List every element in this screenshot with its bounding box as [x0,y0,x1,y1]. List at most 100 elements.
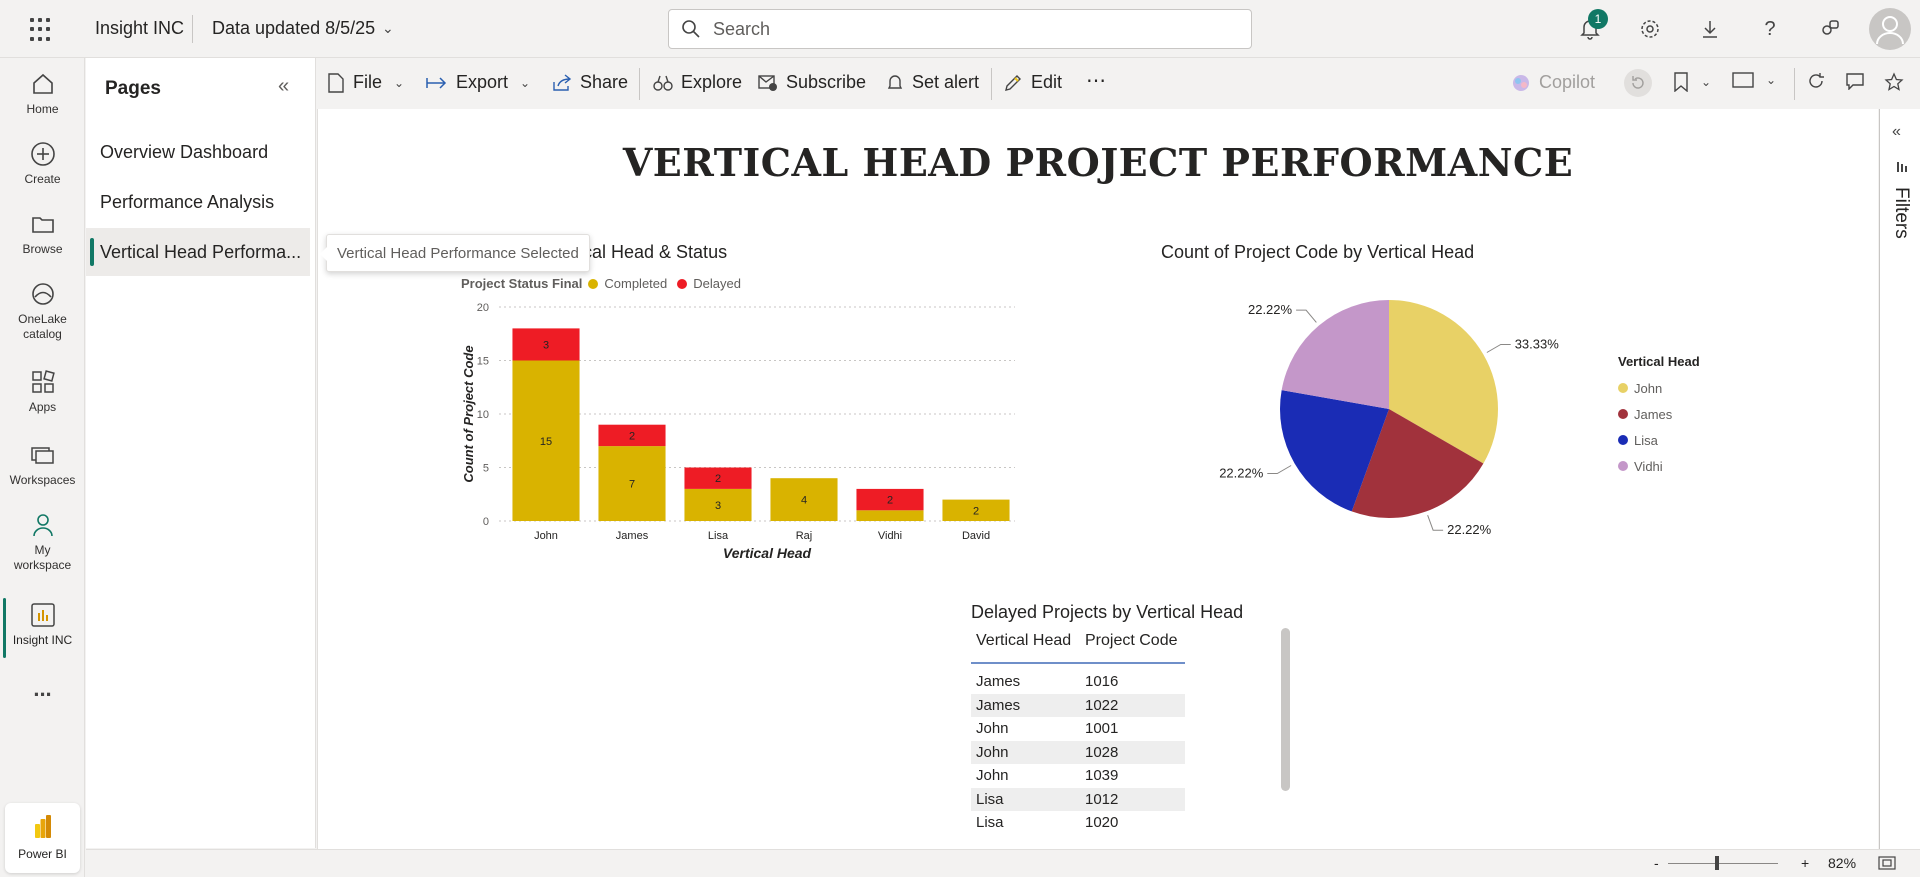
page-tab-performance[interactable]: Performance Analysis [86,178,310,226]
data-label: 2 [715,473,721,485]
copilot-button[interactable]: Copilot [1511,72,1595,93]
pie-data-label: 22.22% [1447,522,1492,537]
pie-legend-item-vidhi[interactable]: Vidhi [1618,453,1700,479]
refresh-icon[interactable] [1807,72,1825,90]
pie-legend-item-john[interactable]: John [1618,375,1700,401]
table-row[interactable]: John 1001 [971,717,1185,741]
table-row[interactable]: John 1028 [971,740,1185,764]
pie-chart[interactable]: 33.33% 22.22% 22.22% 22.22% [1200,285,1580,550]
table-scrollbar[interactable] [1281,628,1290,791]
x-tick-label: James [616,530,649,542]
fit-to-page-icon[interactable] [1878,856,1896,875]
legend-item-completed[interactable]: Completed [604,276,667,291]
report-title: VERTICAL HEAD PROJECT PERFORMANCE [622,140,1574,185]
pie-legend-item-lisa[interactable]: Lisa [1618,427,1700,453]
more-options-icon[interactable]: ... [0,676,85,702]
cell-project-code: 1022 [1085,696,1119,714]
table-row[interactable]: Lisa 1020 [971,811,1185,835]
filter-funnel-icon [1897,160,1907,178]
explore-label: Explore [681,72,743,92]
bookmark-button[interactable]: ⌄ [1673,72,1711,92]
rail-item-my-workspace[interactable]: My workspace [0,511,85,573]
rail-item-home[interactable]: Home [0,70,85,116]
legend-item-delayed[interactable]: Delayed [693,276,741,291]
column-header-vertical-head[interactable]: Vertical Head [971,626,1080,662]
search-box[interactable] [668,9,1252,49]
export-menu-button[interactable]: Export ⌄ [426,72,530,93]
rail-label: Apps [28,400,57,414]
table-row[interactable]: James 1022 [971,693,1185,717]
share-icon [553,73,572,91]
y-axis-title: Count of Project Code [461,345,476,482]
rail-item-apps[interactable]: Apps [0,368,85,414]
bar-segment-completed[interactable] [856,510,924,521]
user-avatar[interactable] [1869,8,1911,50]
feedback-icon[interactable] [1817,16,1843,42]
cell-vertical-head: John [976,743,1009,761]
divider [192,15,193,43]
table-row[interactable]: Lisa 1012 [971,787,1185,811]
onelake-icon [31,283,54,305]
cell-vertical-head: Lisa [976,814,1004,832]
pie-chart-title: Count of Project Code by Vertical Head [1161,242,1475,262]
chevron-down-icon[interactable]: ⌄ [382,20,394,37]
favorite-star-icon[interactable] [1884,72,1904,92]
rail-item-onelake[interactable]: OneLake catalog [0,280,85,342]
rail-label: OneLake catalog [18,312,67,341]
zoom-out-button[interactable]: - [1654,855,1659,871]
rail-item-browse[interactable]: Browse [0,210,85,256]
table-row[interactable]: John 1039 [971,764,1185,788]
zoom-slider-thumb[interactable] [1715,856,1719,870]
collapse-pane-icon[interactable]: « [278,75,289,98]
y-tick-label: 20 [477,302,489,314]
explore-button[interactable]: Explore [653,72,742,93]
cell-vertical-head: Lisa [976,790,1004,808]
pie-legend-title: Vertical Head [1618,354,1700,369]
cell-project-code: 1020 [1085,814,1119,832]
rail-item-workspaces[interactable]: Workspaces [0,441,85,487]
download-icon[interactable] [1697,16,1723,42]
filters-pane[interactable]: « Filters [1879,109,1920,849]
table-row[interactable]: James 1016 [971,670,1185,694]
zoom-slider-track[interactable] [1668,863,1778,864]
help-icon[interactable]: ? [1757,16,1783,42]
pie-slice-vidhi[interactable] [1281,300,1389,409]
rail-label: Browse [22,242,63,256]
reset-icon[interactable] [1623,68,1653,98]
page-tab-label: Vertical Head Performa... [100,242,302,262]
data-updated-label[interactable]: Data updated 8/5/25 [212,18,375,39]
my-workspace-icon [32,514,53,537]
stacked-bar-chart[interactable]: 0 5 10 15 20 15 3 John 7 2 James 3 2 Lisa 4 Raj 2 Vidhi 2 D… [455,295,1025,565]
file-icon [328,72,344,93]
search-input[interactable] [713,18,1233,40]
more-actions-icon[interactable]: ⋯ [1086,68,1106,93]
data-label: 4 [801,495,807,507]
pie-legend-item-james[interactable]: James [1618,401,1700,427]
power-bi-switcher[interactable]: Power BI [5,803,80,873]
apps-icon [31,370,55,393]
share-button[interactable]: Share [552,72,628,93]
leader-line [1296,309,1317,323]
view-button[interactable]: ⌄ [1732,72,1776,88]
subscribe-button[interactable]: Subscribe [758,72,866,93]
comments-icon[interactable] [1845,72,1865,90]
set-alert-button[interactable]: Set alert [886,72,979,93]
page-tab-vertical-head[interactable]: Vertical Head Performa... [86,228,310,276]
pie-data-label: 33.33% [1515,337,1560,352]
status-bar: - + 82% [86,849,1920,877]
zoom-in-button[interactable]: + [1801,855,1809,871]
legend-swatch [1618,461,1628,471]
subscribe-label: Subscribe [786,72,867,92]
file-menu-button[interactable]: File ⌄ [327,72,404,93]
column-header-project-code[interactable]: Project Code [1080,626,1185,662]
pie-data-label: 22.22% [1248,302,1293,317]
settings-gear-icon[interactable] [1637,16,1663,42]
edit-button[interactable]: Edit [1003,72,1062,93]
expand-filters-icon[interactable]: « [1892,123,1901,141]
data-label: 7 [629,479,635,491]
app-launcher-icon[interactable] [30,18,54,42]
rail-item-insight-inc[interactable]: Insight INC [0,601,85,647]
leader-line [1486,344,1511,353]
workspace-name[interactable]: Insight INC [95,18,184,39]
copilot-icon [1513,74,1529,91]
